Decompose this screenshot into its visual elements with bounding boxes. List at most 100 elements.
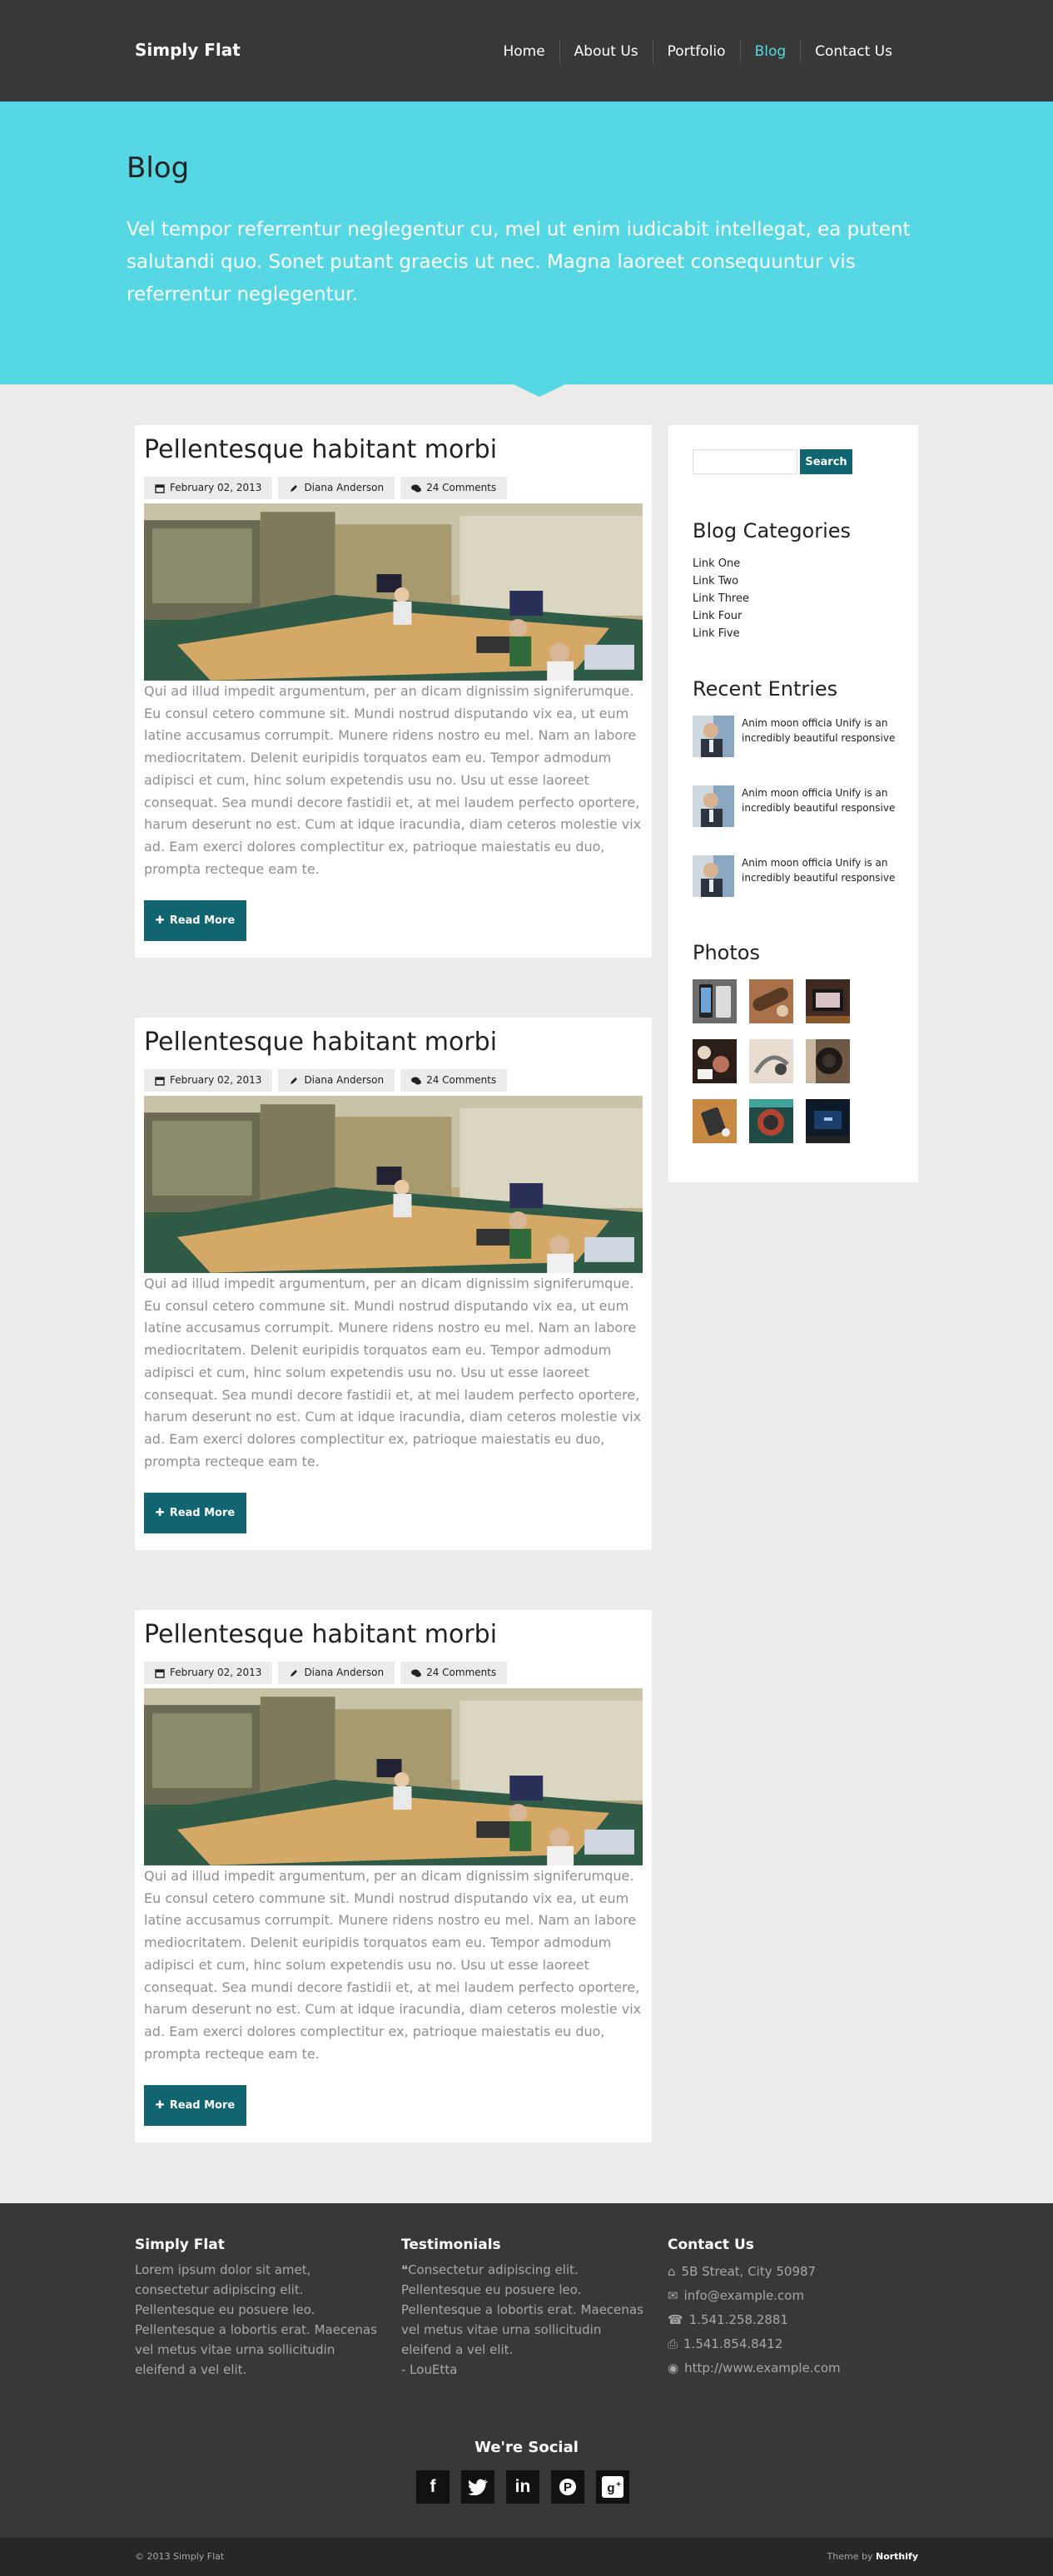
post-date: February 02, 2013 bbox=[170, 1667, 262, 1678]
post-author: Diana Anderson bbox=[304, 1074, 385, 1086]
photo-thumbnail[interactable] bbox=[806, 1099, 850, 1143]
contact-address: ⌂ 5B Streat, City 50987 bbox=[668, 2260, 917, 2284]
post-date: February 02, 2013 bbox=[170, 1074, 262, 1086]
post-author-tag[interactable]: Diana Anderson bbox=[278, 1662, 395, 1684]
category-link[interactable]: Link Three bbox=[693, 590, 749, 607]
theme-credit-link[interactable]: Northify bbox=[876, 2551, 918, 2562]
post-image[interactable] bbox=[144, 503, 643, 681]
photo-thumbnail[interactable] bbox=[749, 1099, 793, 1143]
post-author-tag[interactable]: Diana Anderson bbox=[278, 1069, 395, 1092]
website-text[interactable]: http://www.example.com bbox=[684, 2356, 841, 2380]
pinterest-icon[interactable]: P bbox=[551, 2470, 584, 2504]
recent-entry-thumbnail[interactable] bbox=[693, 716, 734, 757]
post-comments: 24 Comments bbox=[426, 1667, 497, 1678]
post-excerpt: Qui ad illud impedit argumentum, per an … bbox=[144, 1276, 642, 1469]
footer-testimonials-title: Testimonials bbox=[401, 2237, 501, 2253]
category-link[interactable]: Link Two bbox=[693, 572, 749, 590]
nav-contact-us[interactable]: Contact Us bbox=[800, 40, 906, 63]
nav-about-us[interactable]: About Us bbox=[559, 40, 653, 63]
testimonial: ❝Consectetur adipiscing elit. Pellentesq… bbox=[401, 2260, 651, 2360]
category-list: Link One Link Two Link Three Link Four L… bbox=[693, 555, 749, 642]
category-link[interactable]: Link One bbox=[693, 555, 749, 572]
hero-notch bbox=[514, 384, 565, 397]
linkedin-icon[interactable]: in bbox=[506, 2470, 539, 2504]
post-author: Diana Anderson bbox=[304, 1667, 385, 1678]
photo-thumbnail[interactable] bbox=[693, 1039, 737, 1083]
post-date-tag: February 02, 2013 bbox=[144, 477, 273, 499]
contact-email[interactable]: ✉ info@example.com bbox=[668, 2284, 917, 2308]
read-more-button[interactable]: ✚ Read More bbox=[144, 1493, 246, 1533]
hero-text: Vel tempor referrentur neglegentur cu, m… bbox=[127, 219, 911, 305]
pencil-icon bbox=[291, 1669, 298, 1677]
post-date-tag: February 02, 2013 bbox=[144, 1662, 273, 1684]
bottom-bar: © 2013 Simply Flat Theme by Northify bbox=[0, 2538, 1053, 2576]
globe-icon: ◉ bbox=[668, 2361, 679, 2375]
comments-icon bbox=[411, 1077, 422, 1084]
recent-entry-thumbnail[interactable] bbox=[693, 855, 734, 897]
post-meta: February 02, 2013 Diana Anderson 24 Comm… bbox=[144, 1662, 508, 1684]
recent-entry-thumbnail[interactable] bbox=[693, 785, 734, 827]
plus-icon: ✚ bbox=[155, 1507, 165, 1519]
read-more-button[interactable]: ✚ Read More bbox=[144, 2085, 246, 2126]
facebook-icon[interactable]: f bbox=[416, 2470, 450, 2504]
category-link[interactable]: Link Five bbox=[693, 625, 749, 642]
page-hero: Blog Vel tempor referrentur neglegentur … bbox=[0, 102, 1053, 397]
post-title[interactable]: Pellentesque habitant morbi bbox=[144, 435, 497, 464]
recent-entry-text[interactable]: Anim moon officia Unify is an incredibly… bbox=[742, 855, 900, 885]
theme-credit: Theme by Northify bbox=[827, 2551, 918, 2562]
post-image[interactable] bbox=[144, 1096, 643, 1273]
post-image[interactable] bbox=[144, 1688, 643, 1865]
social-title: We're Social bbox=[474, 2439, 579, 2456]
photo-thumbnail[interactable] bbox=[693, 1099, 737, 1143]
post-date-tag: February 02, 2013 bbox=[144, 1069, 273, 1092]
email-text[interactable]: info@example.com bbox=[684, 2284, 805, 2308]
nav-portfolio[interactable]: Portfolio bbox=[652, 40, 740, 63]
read-more-label: Read More bbox=[169, 1507, 236, 1519]
recent-entry[interactable]: Anim moon officia Unify is an incredibly… bbox=[693, 855, 901, 900]
post-comments-tag[interactable]: 24 Comments bbox=[400, 477, 508, 499]
recent-entry-text[interactable]: Anim moon officia Unify is an incredibly… bbox=[742, 785, 900, 815]
site-brand[interactable]: Simply Flat bbox=[135, 40, 241, 60]
site-footer: Simply Flat Lorem ipsum dolor sit amet, … bbox=[0, 2203, 1053, 2538]
envelope-icon: ✉ bbox=[668, 2288, 678, 2303]
footer-contact: Contact Us ⌂ 5B Streat, City 50987 ✉ info@… bbox=[668, 2237, 917, 2380]
category-link[interactable]: Link Four bbox=[693, 607, 749, 625]
nav-blog[interactable]: Blog bbox=[739, 40, 801, 63]
address-text: 5B Streat, City 50987 bbox=[681, 2264, 817, 2279]
photo-thumbnail[interactable] bbox=[749, 1039, 793, 1083]
post-title[interactable]: Pellentesque habitant morbi bbox=[144, 1620, 497, 1649]
post-title[interactable]: Pellentesque habitant morbi bbox=[144, 1028, 497, 1057]
main-nav: Home About Us Portfolio Blog Contact Us bbox=[489, 40, 906, 63]
nav-home[interactable]: Home bbox=[489, 40, 559, 63]
blog-post: Pellentesque habitant morbi February 02,… bbox=[135, 1610, 652, 2143]
photo-thumbnail[interactable] bbox=[806, 979, 850, 1023]
post-author-tag[interactable]: Diana Anderson bbox=[278, 477, 395, 499]
post-meta: February 02, 2013 Diana Anderson 24 Comm… bbox=[144, 1069, 508, 1092]
photos-title: Photos bbox=[693, 941, 760, 964]
search-input[interactable] bbox=[693, 449, 797, 474]
contact-website[interactable]: ◉ http://www.example.com bbox=[668, 2356, 917, 2380]
plus-icon: ✚ bbox=[155, 914, 165, 927]
footer-about-text: Lorem ipsum dolor sit amet, consectetur … bbox=[135, 2262, 377, 2377]
blog-post: Pellentesque habitant morbi February 02,… bbox=[135, 425, 652, 958]
read-more-button[interactable]: ✚ Read More bbox=[144, 900, 246, 941]
post-comments-tag[interactable]: 24 Comments bbox=[400, 1662, 508, 1684]
search-button[interactable]: Search bbox=[800, 449, 852, 474]
recent-entry[interactable]: Anim moon officia Unify is an incredibly… bbox=[693, 716, 901, 760]
comments-icon bbox=[411, 484, 422, 492]
photo-thumbnail[interactable] bbox=[806, 1039, 850, 1083]
social-links: f in P g + bbox=[416, 2470, 629, 2504]
recent-entry[interactable]: Anim moon officia Unify is an incredibly… bbox=[693, 785, 901, 830]
phone-icon: ☎ bbox=[668, 2312, 683, 2327]
calendar-icon bbox=[155, 1076, 165, 1086]
footer-about: Simply Flat Lorem ipsum dolor sit amet, … bbox=[135, 2237, 385, 2380]
photo-thumbnail[interactable] bbox=[693, 979, 737, 1023]
post-meta: February 02, 2013 Diana Anderson 24 Comm… bbox=[144, 477, 508, 499]
photo-thumbnail[interactable] bbox=[749, 979, 793, 1023]
plus-icon: ✚ bbox=[155, 2099, 165, 2112]
twitter-icon[interactable] bbox=[461, 2470, 494, 2504]
sidebar: Search Blog Categories Link One Link Two… bbox=[668, 425, 918, 1182]
post-comments-tag[interactable]: 24 Comments bbox=[400, 1069, 508, 1092]
recent-entry-text[interactable]: Anim moon officia Unify is an incredibly… bbox=[742, 716, 900, 746]
google-plus-icon[interactable]: g + bbox=[596, 2470, 629, 2504]
